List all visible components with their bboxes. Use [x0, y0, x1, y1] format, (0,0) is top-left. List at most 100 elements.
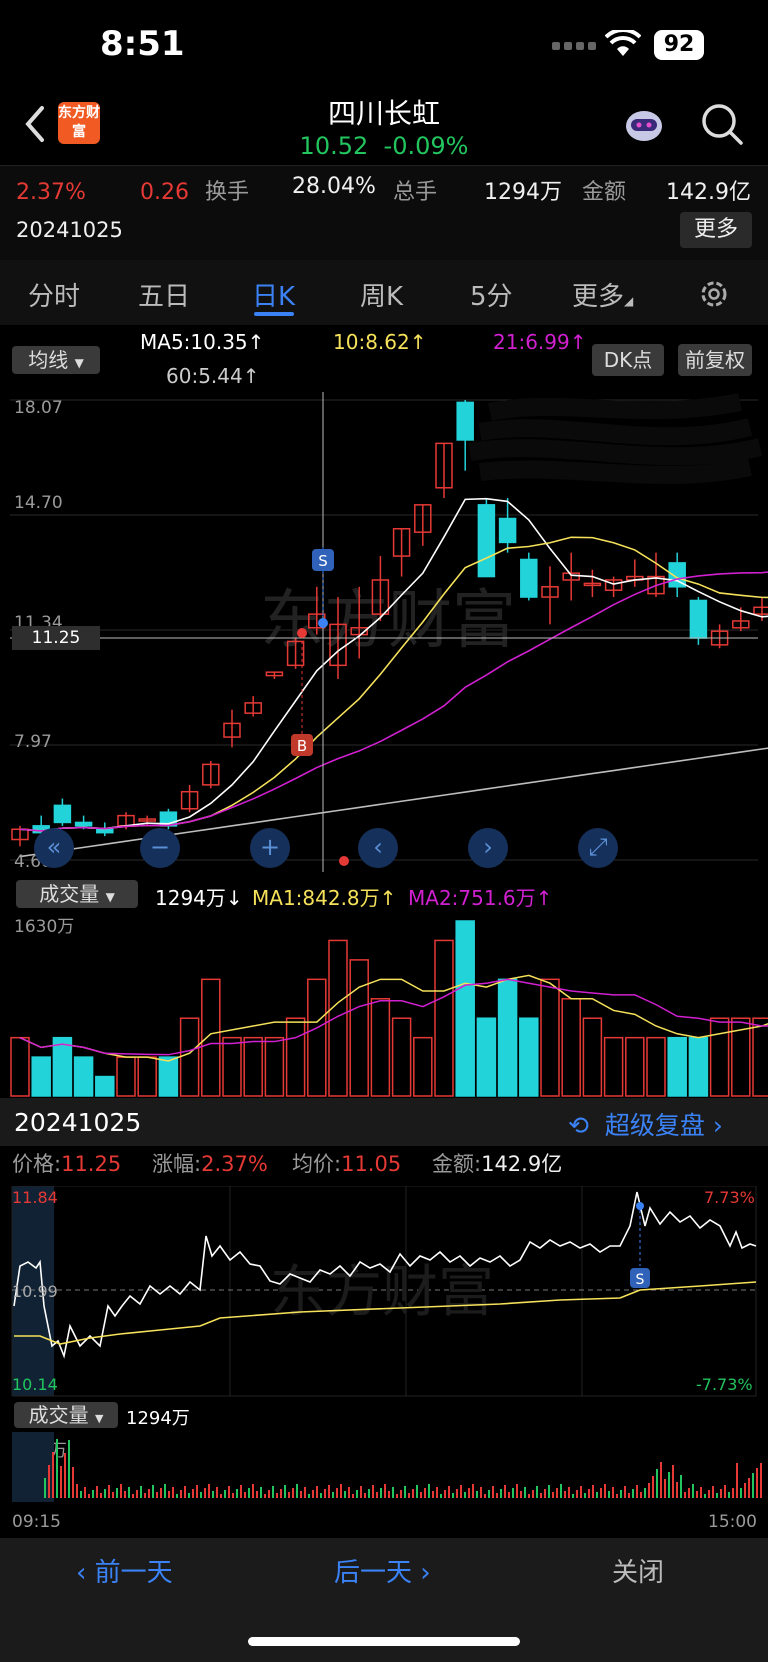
intraday-volume-bar: [504, 1485, 506, 1498]
intraday-volume-bar: [508, 1492, 510, 1498]
intraday-volume-bar: [260, 1487, 262, 1498]
intraday-volume-bar: [524, 1487, 526, 1498]
active-tab-indicator: [254, 312, 294, 316]
volume-bar-up: [434, 939, 454, 1097]
intraday-volume-bar: [272, 1486, 274, 1498]
close-button[interactable]: 关闭: [612, 1552, 664, 1589]
intraday-volume-bar: [148, 1489, 150, 1498]
volume-bar-up: [10, 1036, 30, 1097]
intraday-volume-bar: [612, 1487, 614, 1498]
ma60-value: 60:5.44↑: [166, 364, 260, 388]
volume-bar-up: [264, 1036, 285, 1097]
candle-down: [74, 821, 93, 827]
intraday-volume-bar: [552, 1492, 554, 1498]
intraday-volume-bar: [284, 1485, 286, 1498]
intraday-volume-bar: [68, 1440, 70, 1498]
tab-five-day[interactable]: 五日: [138, 276, 190, 313]
dk-point-button[interactable]: DK点: [592, 344, 664, 376]
intraday-volume-bar: [184, 1486, 186, 1498]
intraday-volume-bar: [412, 1489, 414, 1498]
intraday-volume-bar: [176, 1494, 178, 1498]
scroll-right-icon[interactable]: ›: [468, 828, 508, 868]
adjust-button[interactable]: 前复权: [678, 344, 752, 376]
intraday-volume-bar: [52, 1452, 54, 1498]
volume-value: 1294万: [484, 180, 562, 205]
volume-ma2-line: [19, 978, 768, 1056]
replay-amt-block: 金额:142.9亿: [432, 1148, 562, 1178]
scroll-left-icon[interactable]: ‹: [358, 828, 398, 868]
intraday-volume-value: 1294万: [126, 1408, 190, 1429]
robot-assistant-icon[interactable]: [622, 104, 666, 144]
prev-day-button[interactable]: ‹ 前一天: [76, 1552, 173, 1589]
intraday-volume-bar: [448, 1486, 450, 1498]
intraday-mid-left: 10.99: [12, 1282, 58, 1301]
volume-bar-down: [158, 1056, 179, 1097]
intraday-volume-bar: [292, 1488, 294, 1498]
intraday-volume-bar: [692, 1484, 694, 1498]
more-stats-button[interactable]: 更多: [680, 212, 752, 248]
volume-chart[interactable]: [0, 910, 768, 1098]
ma10-value: 10:8.62↑: [333, 330, 427, 354]
next-day-button[interactable]: 后一天 ›: [334, 1552, 431, 1589]
intraday-volume-bar: [240, 1485, 242, 1498]
intraday-volume-bar: [212, 1491, 214, 1498]
intraday-volume-bar: [256, 1491, 258, 1498]
replay-chg: 2.37%: [201, 1152, 268, 1176]
intraday-volume-bar: [116, 1488, 118, 1498]
chevron-down-icon: ▼: [105, 890, 115, 904]
intraday-volume-bar: [684, 1492, 686, 1498]
tab-week-k[interactable]: 周K: [360, 276, 403, 313]
volume-indicator-select[interactable]: 成交量 ▼: [16, 880, 138, 908]
buy-signal-text: B: [297, 737, 307, 755]
fullscreen-icon[interactable]: ⤢: [578, 828, 618, 868]
status-bar: 8:51 92: [0, 0, 768, 90]
scroll-left-fast-icon[interactable]: «: [34, 828, 74, 868]
replay-price-label: 价格:: [12, 1152, 62, 1176]
intraday-volume-bar: [600, 1488, 602, 1498]
tab-timeshare[interactable]: 分时: [28, 276, 80, 313]
super-replay-link[interactable]: ⟲ 超级复盘 ›: [568, 1106, 723, 1142]
turnover-label: 换手: [205, 180, 250, 205]
gear-icon[interactable]: [698, 278, 730, 310]
intraday-volume-bar: [544, 1489, 546, 1498]
intraday-volume-bar: [460, 1485, 462, 1498]
intraday-volume-bar: [648, 1483, 650, 1498]
intraday-volume-bar: [220, 1494, 222, 1498]
sell-signal-text: S: [318, 552, 328, 570]
zoom-in-icon[interactable]: +: [250, 828, 290, 868]
intraday-volume-bar: [468, 1488, 470, 1498]
kline-chart[interactable]: 东方财富 B S: [0, 392, 768, 872]
volume-ma1: MA1:842.8万↑: [252, 886, 397, 910]
intraday-volume-bar: [376, 1492, 378, 1498]
indicator-select[interactable]: 均线 ▼: [12, 346, 100, 374]
candle-down: [520, 558, 538, 598]
tab-5min[interactable]: 5分: [470, 276, 513, 313]
replay-amt: 142.9亿: [481, 1152, 563, 1176]
intraday-volume-select[interactable]: 成交量 ▼: [14, 1402, 118, 1428]
intraday-volume-bar: [520, 1491, 522, 1498]
volume-bar-up: [307, 978, 327, 1097]
volume-bar-up: [222, 1036, 242, 1097]
volume-bar-up: [625, 1036, 645, 1097]
intraday-bottom-left: 10.14: [12, 1375, 58, 1394]
search-icon[interactable]: [700, 102, 744, 146]
intraday-volume-bar: [388, 1491, 390, 1498]
intraday-volume-bar: [708, 1490, 710, 1498]
amount-label: 金额: [582, 180, 627, 205]
intraday-volume-bar: [128, 1487, 130, 1498]
tab-day-k[interactable]: 日K: [252, 276, 295, 313]
volume-bar-down: [95, 1075, 115, 1097]
intraday-chart[interactable]: 东方财富 S: [0, 1186, 768, 1398]
intraday-volume-bar: [348, 1487, 350, 1498]
redaction-scribble: [468, 393, 763, 485]
intraday-volume-bar: [464, 1492, 466, 1498]
intraday-volume-bar: [160, 1488, 162, 1498]
intraday-volume-bar: [588, 1489, 590, 1498]
intraday-volume-bar: [48, 1465, 50, 1498]
intraday-volume-bar: [56, 1439, 58, 1498]
zoom-out-icon[interactable]: −: [140, 828, 180, 868]
candle-down: [96, 828, 114, 834]
intraday-volume-bar: [568, 1487, 570, 1498]
wifi-icon: [605, 30, 641, 56]
tab-more[interactable]: 更多◢: [572, 276, 633, 313]
